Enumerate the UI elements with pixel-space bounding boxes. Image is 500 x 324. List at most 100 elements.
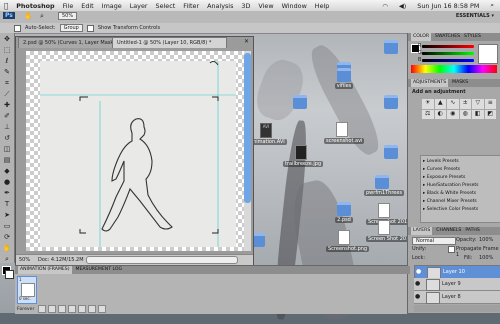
menu-window[interactable]: Window	[278, 2, 311, 10]
menu-file[interactable]: File	[59, 2, 78, 10]
desktop-folder[interactable]	[373, 145, 409, 159]
preset-item[interactable]: ▸ Exposure Presets	[423, 174, 499, 181]
clock[interactable]: Sun Jun 16 8:58 PM	[413, 2, 483, 10]
preset-item[interactable]: ▸ Black & White Presets	[423, 190, 499, 197]
green-slider[interactable]	[422, 52, 474, 55]
color-swatches[interactable]	[0, 265, 14, 279]
shape-tool-icon[interactable]: ▭	[2, 221, 12, 231]
menu-select[interactable]: Select	[152, 2, 180, 10]
spotlight-icon[interactable]: ⌕	[486, 1, 498, 10]
frame-delay[interactable]: 0 sec.	[19, 296, 31, 301]
hand-icon[interactable]: ✋	[24, 12, 33, 20]
zoom-level[interactable]: 50%	[19, 255, 30, 265]
volume-icon[interactable]: ◀)	[395, 2, 410, 10]
tab-styles[interactable]: STYLES	[464, 33, 481, 41]
menu-3d[interactable]: 3D	[237, 2, 254, 10]
app-menu[interactable]: Photoshop	[12, 2, 58, 10]
document-tab[interactable]: 2.psd @ 50% (Curves 1, Layer Mask/8) *	[18, 37, 116, 48]
close-icon[interactable]: ✕	[244, 38, 249, 45]
tab-measurement-log[interactable]: MEASUREMENT LOG	[76, 266, 123, 274]
path-select-tool-icon[interactable]: ➤	[2, 210, 12, 220]
zoom-select[interactable]: 50%	[58, 12, 78, 20]
desktop-file-screenshot[interactable]: screenshot.avi	[324, 122, 365, 144]
desktop-file-trailbreeze[interactable]: trailbreeze.jpg	[283, 145, 324, 167]
menu-view[interactable]: View	[254, 2, 277, 10]
desktop-folder-pwrfm[interactable]: pwrfm1Threes	[364, 175, 405, 196]
apple-icon[interactable]: 	[0, 2, 12, 10]
document-tab-active[interactable]: Untitled-1 @ 50% (Layer 10, RGB/8) *	[112, 37, 227, 48]
tab-adjustments[interactable]: ADJUSTMENTS	[411, 79, 449, 87]
eye-icon[interactable]: ●	[416, 266, 421, 278]
first-frame-icon[interactable]	[38, 305, 47, 313]
brightness-icon[interactable]: ☀	[422, 99, 434, 109]
horizontal-scrollbar[interactable]	[86, 256, 238, 264]
curves-icon[interactable]: ∿	[447, 99, 459, 109]
healing-tool-icon[interactable]: ✚	[2, 100, 12, 110]
eye-icon[interactable]: ●	[415, 278, 420, 290]
dodge-tool-icon[interactable]: ●	[2, 177, 12, 187]
lasso-tool-icon[interactable]: ℓ	[2, 56, 12, 66]
auto-select-dropdown[interactable]: Group	[59, 24, 83, 32]
auto-select-checkbox[interactable]	[14, 24, 21, 32]
blue-slider[interactable]	[422, 59, 474, 62]
menu-edit[interactable]: Edit	[77, 2, 97, 10]
desktop-folder[interactable]	[373, 95, 409, 109]
wifi-icon[interactable]: ◠	[378, 2, 392, 10]
tab-layers[interactable]: LAYERS	[411, 227, 433, 235]
propagate-checkbox[interactable]	[448, 246, 455, 253]
desktop-folder[interactable]	[373, 40, 409, 54]
doc-size[interactable]: Doc: 4.12M/15.2M	[38, 255, 84, 265]
levels-icon[interactable]: ▲	[434, 99, 446, 109]
zoom-icon[interactable]: ⌕	[40, 12, 44, 21]
blur-tool-icon[interactable]: ◆	[2, 166, 12, 176]
opacity-value[interactable]: 100%	[479, 237, 493, 243]
threshold-icon[interactable]: ◩	[484, 109, 496, 119]
color-ramp[interactable]	[411, 65, 497, 73]
tab-animation-frames[interactable]: ANIMATION (FRAMES)	[18, 266, 72, 274]
rgb-values[interactable]	[478, 44, 498, 64]
desktop-file-2psd[interactable]: 2.psd	[326, 202, 362, 223]
tab-channels[interactable]: CHANNELS	[436, 227, 461, 235]
quick-select-tool-icon[interactable]: ✎	[2, 67, 12, 77]
menu-help[interactable]: Help	[311, 2, 334, 10]
prev-frame-icon[interactable]	[48, 305, 57, 313]
play-icon[interactable]	[58, 305, 67, 313]
color-balance-icon[interactable]: ⚖	[422, 109, 434, 119]
eraser-tool-icon[interactable]: ◫	[2, 144, 12, 154]
eye-icon[interactable]: ●	[415, 291, 420, 303]
desktop-folder[interactable]	[282, 95, 318, 109]
next-frame-icon[interactable]	[68, 305, 77, 313]
workspace-switcher[interactable]: ESSENTIALS ▾	[456, 13, 494, 19]
blend-mode-select[interactable]: Normal	[412, 237, 456, 245]
type-tool-icon[interactable]: T	[2, 199, 12, 209]
desktop-folder-vifiles[interactable]: vifiles	[326, 68, 362, 89]
hue-icon[interactable]: ≡	[484, 99, 496, 109]
crop-tool-icon[interactable]: ⌗	[2, 78, 12, 88]
layer-row[interactable]: ● Layer 9	[414, 278, 500, 291]
loop-select[interactable]: Forever	[17, 307, 34, 312]
tab-paths[interactable]: PATHS	[465, 227, 479, 235]
menu-image[interactable]: Image	[98, 2, 126, 10]
preset-item[interactable]: ▸ Channel Mixer Presets	[423, 198, 499, 205]
stamp-tool-icon[interactable]: ⊥	[2, 122, 12, 132]
layer-row[interactable]: ● Layer 8	[414, 291, 500, 304]
menu-layer[interactable]: Layer	[126, 2, 152, 10]
menu-filter[interactable]: Filter	[179, 2, 203, 10]
tab-color[interactable]: COLOR	[411, 33, 432, 41]
exposure-icon[interactable]: ±	[459, 99, 471, 109]
new-frame-icon[interactable]	[88, 305, 97, 313]
preset-item[interactable]: ▸ Selective Color Presets	[423, 206, 499, 213]
tab-masks[interactable]: MASKS	[452, 79, 468, 87]
move-tool-icon[interactable]: ✥	[2, 34, 12, 44]
transform-controls-checkbox[interactable]	[86, 24, 94, 32]
pen-tool-icon[interactable]: ✒	[2, 188, 12, 198]
eyedropper-tool-icon[interactable]: ⟋	[2, 89, 12, 99]
vibrance-icon[interactable]: ▽	[472, 99, 484, 109]
background-color[interactable]	[5, 270, 14, 279]
history-brush-icon[interactable]: ↺	[2, 133, 12, 143]
preset-item[interactable]: ▸ Curves Presets	[423, 166, 499, 173]
tween-icon[interactable]	[78, 305, 87, 313]
channel-mixer-icon[interactable]: ◍	[459, 109, 471, 119]
preset-item[interactable]: ▸ Hue/Saturation Presets	[423, 182, 499, 189]
vertical-scroll-thumb[interactable]	[244, 53, 251, 203]
